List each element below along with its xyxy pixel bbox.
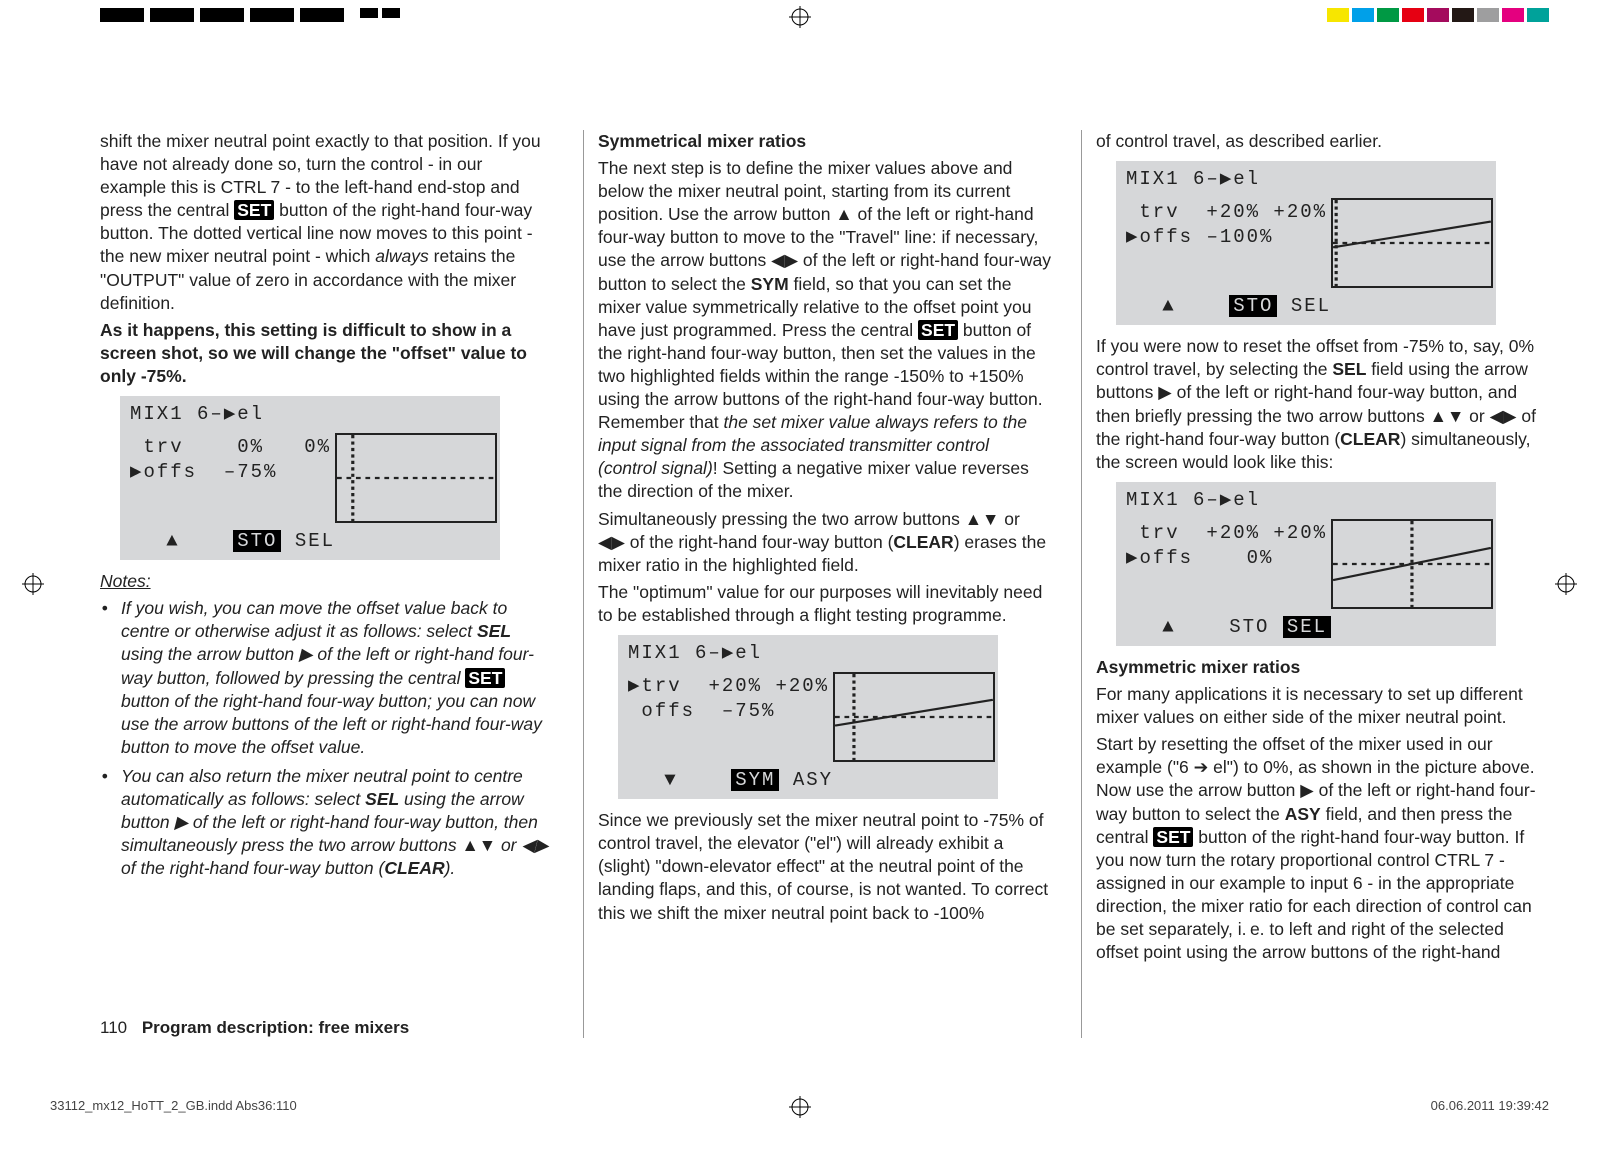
registration-mark-icon [789, 1096, 811, 1118]
set-badge: SET [1153, 827, 1193, 847]
column-1: shift the mixer neutral point exactly to… [50, 130, 553, 1038]
lcd-title: MIX1 6–▶el [1122, 486, 1490, 519]
body-text: If you were now to reset the offset from… [1096, 335, 1549, 474]
body-text: For many applications it is necessary to… [1096, 683, 1549, 729]
body-text-bold: As it happens, this setting is difficult… [100, 319, 553, 388]
lcd-footer: ▲ STO SEL [1122, 294, 1490, 319]
lcd-row-trv: trv +20% +20% [1126, 200, 1327, 225]
lcd-row-trv: ▶trv +20% +20% [628, 674, 829, 699]
lcd-panel-2: MIX1 6–▶el ▶trv +20% +20% offs –75% ▼ SY… [618, 635, 998, 799]
note-item: You can also return the mixer neutral po… [121, 765, 553, 880]
lcd-row-offs: offs –75% [628, 699, 829, 724]
registration-mark-icon [1555, 573, 1577, 595]
body-text: The "optimum" value for our purposes wil… [598, 581, 1051, 627]
body-text: Start by resetting the offset of the mix… [1096, 733, 1549, 964]
black-bars-group [100, 8, 344, 22]
color-bars [1327, 8, 1549, 22]
lcd-row-trv: trv 0% 0% [130, 435, 331, 460]
page-number: 110 [100, 1018, 127, 1037]
lcd-title: MIX1 6–▶el [126, 400, 494, 433]
body-text: Since we previously set the mixer neutra… [598, 809, 1051, 924]
note-item: If you wish, you can move the offset val… [121, 597, 553, 759]
lcd-graph [1331, 198, 1493, 288]
lcd-row-trv: trv +20% +20% [1126, 521, 1327, 546]
lcd-row-offs: ▶offs –75% [130, 460, 331, 485]
section-title: Program description: free mixers [142, 1018, 409, 1037]
lcd-footer: ▲ STO SEL [1122, 615, 1490, 640]
body-text: of control travel, as described earlier. [1096, 130, 1549, 153]
notes-heading: Notes: [100, 570, 553, 593]
body-text: Simultaneously pressing the two arrow bu… [598, 508, 1051, 577]
subheading: Symmetrical mixer ratios [598, 130, 1051, 153]
lcd-graph [833, 672, 995, 762]
small-bars-group [360, 8, 400, 18]
lcd-row-offs: ▶offs 0% [1126, 546, 1327, 571]
subheading: Asymmetric mixer ratios [1096, 656, 1549, 679]
set-badge: SET [234, 200, 274, 220]
registration-mark-icon [22, 573, 44, 595]
page-footer: 110 Program description: free mixers [100, 1018, 409, 1038]
body-text: shift the mixer neutral point exactly to… [100, 130, 553, 315]
lcd-graph [335, 433, 497, 523]
lcd-panel-4: MIX1 6–▶el trv +20% +20% ▶offs 0% ▲ STO … [1116, 482, 1496, 646]
lcd-title: MIX1 6–▶el [624, 639, 992, 672]
column-2: Symmetrical mixer ratios The next step i… [583, 130, 1051, 1038]
registration-mark-icon [789, 6, 811, 28]
lcd-panel-3: MIX1 6–▶el trv +20% +20% ▶offs –100% ▲ S… [1116, 161, 1496, 325]
lcd-row-offs: ▶offs –100% [1126, 225, 1327, 250]
lcd-title: MIX1 6–▶el [1122, 165, 1490, 198]
lcd-graph [1331, 519, 1493, 609]
lcd-panel-1: MIX1 6–▶el trv 0% 0% ▶offs –75% ▲ STO SE… [120, 396, 500, 560]
page-content: shift the mixer neutral point exactly to… [50, 130, 1549, 1038]
body-text: The next step is to define the mixer val… [598, 157, 1051, 503]
set-badge: SET [465, 668, 505, 688]
lcd-footer: ▼ SYM ASY [624, 768, 992, 793]
set-badge: SET [918, 320, 958, 340]
column-3: of control travel, as described earlier.… [1081, 130, 1549, 1038]
imposition-left: 33112_mx12_HoTT_2_GB.indd Abs36:110 [50, 1098, 297, 1113]
lcd-footer: ▲ STO SEL [126, 529, 494, 554]
notes-list: If you wish, you can move the offset val… [100, 597, 553, 880]
imposition-right: 06.06.2011 19:39:42 [1431, 1098, 1549, 1113]
